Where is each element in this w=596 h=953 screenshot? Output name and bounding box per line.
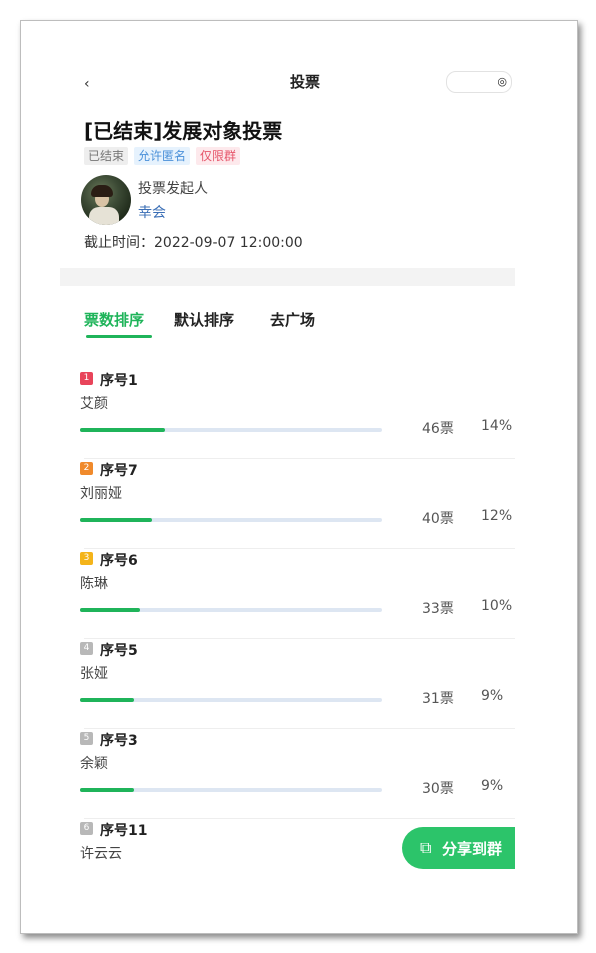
nav-title: 投票 <box>290 73 321 91</box>
vote-progress-bar <box>80 518 382 522</box>
vote-count: 30票 <box>422 781 454 797</box>
candidate-name: 张娅 <box>80 666 108 682</box>
share-label: 分享到群 <box>442 840 503 858</box>
vote-percent: 12% <box>481 508 513 524</box>
candidate-row[interactable]: 5 序号3 余颖 30票 9% <box>60 730 515 820</box>
initiator-label: 投票发起人 <box>138 181 208 197</box>
candidate-row[interactable]: 1 序号1 艾颜 46票 14% <box>60 370 515 460</box>
deadline-text: 截止时间：2022-09-07 12:00:00 <box>84 235 303 251</box>
share-icon: ⧉ <box>420 838 432 857</box>
vote-percent: 9% <box>481 688 504 704</box>
vote-progress-fill <box>80 608 141 612</box>
rank-badge: 1 <box>80 372 93 385</box>
tag-anonymous: 允许匿名 <box>134 147 191 165</box>
candidate-seq: 序号11 <box>100 823 148 839</box>
rank-badge: 5 <box>80 732 93 745</box>
vote-count: 33票 <box>422 601 454 617</box>
candidate-seq: 序号5 <box>100 643 138 659</box>
avatar[interactable] <box>81 175 131 225</box>
section-divider <box>60 268 515 286</box>
top-nav-bar: ‹ 投票 ◎ <box>60 65 515 93</box>
candidate-seq: 序号7 <box>100 463 138 479</box>
tab-sort-by-votes[interactable]: 票数排序 <box>84 309 144 330</box>
rank-badge: 3 <box>80 552 93 565</box>
vote-progress-bar <box>80 788 382 792</box>
candidate-name: 艾颜 <box>80 396 108 412</box>
vote-percent: 9% <box>481 778 504 794</box>
poll-tags: 已结束 允许匿名 仅限群 <box>84 147 241 165</box>
poll-title: [已结束]发展对象投票 <box>84 119 283 143</box>
rank-badge: 4 <box>80 642 93 655</box>
phone-screen: ‹ 投票 ◎ [已结束]发展对象投票 已结束 允许匿名 仅限群 投票发起人 幸会… <box>60 65 515 870</box>
rank-badge: 2 <box>80 462 93 475</box>
share-to-group-button[interactable]: ⧉ 分享到群 <box>402 827 515 869</box>
candidate-name: 刘丽娅 <box>80 486 122 502</box>
vote-progress-bar <box>80 428 382 432</box>
vote-count: 46票 <box>422 421 454 437</box>
candidate-name: 许云云 <box>80 846 122 862</box>
vote-progress-bar <box>80 698 382 702</box>
candidate-row[interactable]: 2 序号7 刘丽娅 40票 12% <box>60 460 515 550</box>
candidate-row[interactable]: 4 序号5 张娅 31票 9% <box>60 640 515 730</box>
tag-group-only: 仅限群 <box>196 147 241 165</box>
tab-default-sort[interactable]: 默认排序 <box>174 309 234 330</box>
candidate-seq: 序号3 <box>100 733 138 749</box>
initiator-name[interactable]: 幸会 <box>138 202 166 222</box>
active-tab-indicator <box>86 335 152 338</box>
vote-count: 31票 <box>422 691 454 707</box>
candidate-name: 陈琳 <box>80 576 108 592</box>
vote-percent: 14% <box>481 418 513 434</box>
vote-progress-fill <box>80 698 135 702</box>
candidate-seq: 序号6 <box>100 553 138 569</box>
tab-plaza[interactable]: 去广场 <box>270 309 315 330</box>
menu-capsule[interactable]: ◎ <box>446 71 512 93</box>
vote-percent: 10% <box>481 598 513 614</box>
close-circle-icon[interactable]: ◎ <box>497 75 507 88</box>
candidate-name: 余颖 <box>80 756 108 772</box>
vote-progress-fill <box>80 788 135 792</box>
tag-ended: 已结束 <box>84 147 129 165</box>
candidate-seq: 序号1 <box>100 373 138 389</box>
vote-progress-bar <box>80 608 382 612</box>
vote-count: 40票 <box>422 511 454 527</box>
vote-progress-fill <box>80 518 153 522</box>
chevron-left-icon[interactable]: ‹ <box>84 77 90 91</box>
rank-badge: 6 <box>80 822 93 835</box>
vote-progress-fill <box>80 428 165 432</box>
candidate-row[interactable]: 3 序号6 陈琳 33票 10% <box>60 550 515 640</box>
